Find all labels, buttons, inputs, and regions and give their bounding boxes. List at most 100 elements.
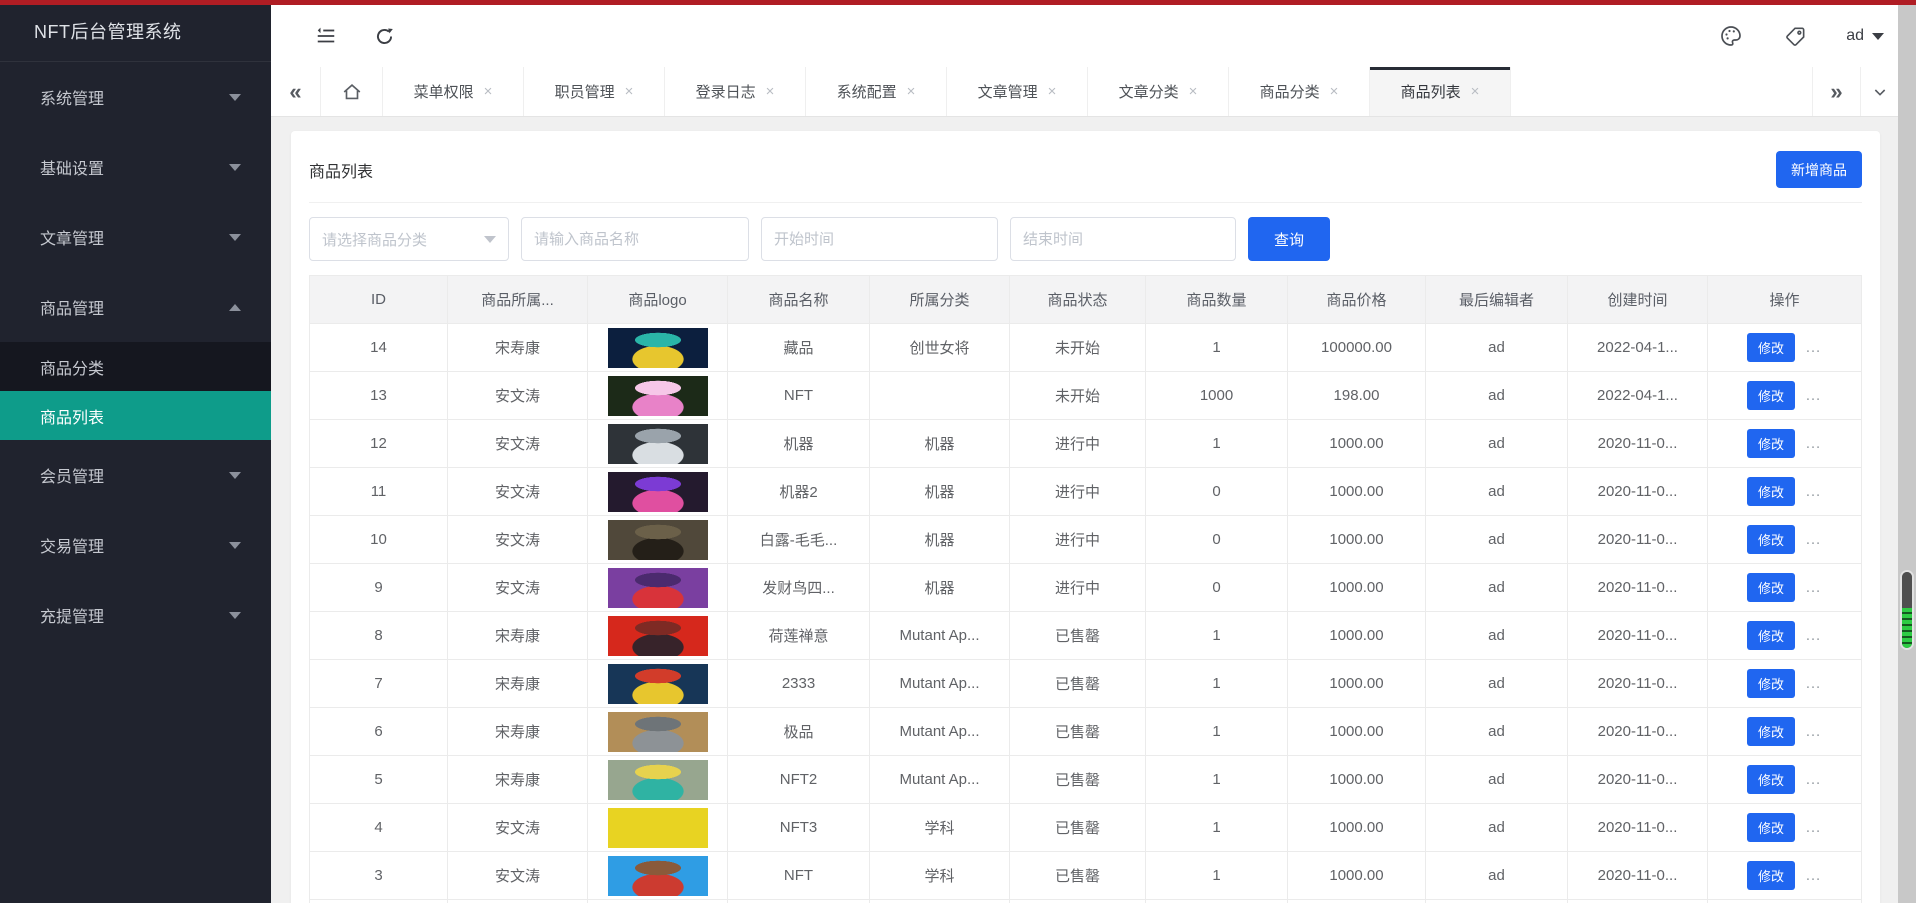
cell-editor: ad [1425, 851, 1568, 900]
tab-label: 文章分类 [1118, 84, 1179, 101]
cell-id: 2 [309, 899, 448, 903]
collapse-sidebar-icon[interactable] [313, 23, 339, 49]
cell-category [869, 371, 1010, 420]
cell-editor: ad [1425, 563, 1568, 612]
tab-系统配置[interactable]: 系统配置 × [806, 67, 947, 116]
tab-文章管理[interactable]: 文章管理 × [947, 67, 1088, 116]
user-name: ad [1846, 27, 1864, 44]
tab-close-icon[interactable]: × [484, 83, 493, 100]
search-button[interactable]: 查询 [1248, 217, 1330, 261]
tab-list: 菜单权限 × 职员管理 × 登录日志 × 系统配置 × 文章管理 × 文章分类 … [383, 67, 1511, 116]
sidebar-item-会员管理[interactable]: 会员管理 [0, 440, 271, 510]
home-tab[interactable] [321, 67, 383, 116]
more-actions-icon[interactable]: … [1805, 627, 1822, 645]
sidebar-item-label: 商品分类 [40, 360, 105, 378]
tab-登录日志[interactable]: 登录日志 × [665, 67, 806, 116]
cell-category: Mutant Ap... [869, 707, 1010, 756]
sidebar-item-商品分类[interactable]: 商品分类 [0, 342, 271, 391]
cell-qty: 1 [1145, 419, 1288, 468]
page-scrollbar[interactable] [1898, 0, 1916, 903]
product-table-wrap: ID 商品所属... 商品logo 商品名称 所属分类 商品状态 商品数量 商品价格 最后编辑者… [309, 275, 1862, 903]
table-row: 8 宋寿康 荷莲禅意 Mutant Ap... 已售罄 1 1000.00 ad… [309, 611, 1862, 660]
cell-category: 机器 [869, 515, 1010, 564]
more-actions-icon[interactable]: … [1805, 675, 1822, 693]
edit-button[interactable]: 修改 [1746, 525, 1795, 554]
sidebar-item-文章管理[interactable]: 文章管理 [0, 202, 271, 272]
sidebar-item-交易管理[interactable]: 交易管理 [0, 510, 271, 580]
more-actions-icon[interactable]: … [1805, 867, 1822, 885]
more-actions-icon[interactable]: … [1805, 723, 1822, 741]
cell-actions: 修改 … [1707, 371, 1862, 420]
cell-id: 7 [309, 659, 448, 708]
edit-button[interactable]: 修改 [1746, 717, 1795, 746]
edit-button[interactable]: 修改 [1746, 381, 1795, 410]
tabs-scroll-right-button[interactable]: » [1812, 67, 1860, 116]
tab-close-icon[interactable]: × [766, 83, 775, 100]
cell-logo [587, 659, 728, 708]
cell-editor: ad [1425, 371, 1568, 420]
tab-菜单权限[interactable]: 菜单权限 × [383, 67, 524, 116]
more-actions-icon[interactable]: … [1805, 483, 1822, 501]
sidebar-item-label: 基础设置 [40, 161, 105, 178]
tab-close-icon[interactable]: × [1471, 83, 1480, 100]
edit-button[interactable]: 修改 [1746, 669, 1795, 698]
edit-button[interactable]: 修改 [1746, 573, 1795, 602]
product-logo-image [607, 759, 708, 800]
theme-palette-icon[interactable] [1718, 23, 1744, 49]
scrollbar-thumb[interactable] [1900, 570, 1914, 650]
home-icon [341, 81, 363, 103]
more-actions-icon[interactable]: … [1805, 531, 1822, 549]
chevron-down-icon [484, 235, 496, 243]
more-actions-icon[interactable]: … [1805, 819, 1822, 837]
refresh-icon[interactable] [371, 23, 397, 49]
tabs-menu-button[interactable] [1860, 67, 1898, 116]
cell-logo [587, 851, 728, 900]
more-actions-icon[interactable]: … [1805, 387, 1822, 405]
user-menu[interactable]: ad [1846, 27, 1884, 45]
more-actions-icon[interactable]: … [1805, 339, 1822, 357]
cell-name: 机器2 [727, 467, 870, 516]
edit-button[interactable]: 修改 [1746, 477, 1795, 506]
tab-close-icon[interactable]: × [625, 83, 634, 100]
tab-商品列表[interactable]: 商品列表 × [1370, 67, 1511, 116]
product-name-input[interactable] [521, 217, 749, 261]
tab-close-icon[interactable]: × [1048, 83, 1057, 100]
tab-close-icon[interactable]: × [1189, 83, 1198, 100]
more-actions-icon[interactable]: … [1805, 435, 1822, 453]
sidebar-item-系统管理[interactable]: 系统管理 [0, 62, 271, 132]
add-product-button[interactable]: 新增商品 [1776, 151, 1862, 188]
more-actions-icon[interactable]: … [1805, 771, 1822, 789]
edit-button[interactable]: 修改 [1746, 861, 1795, 890]
tab-职员管理[interactable]: 职员管理 × [524, 67, 665, 116]
cell-name: 库仑 [727, 899, 870, 903]
product-logo-image [607, 567, 708, 608]
table-row: 7 宋寿康 2333 Mutant Ap... 已售罄 1 1000.00 ad… [309, 659, 1862, 708]
end-time-input[interactable] [1010, 217, 1236, 261]
table-row: 4 安文涛 NFT3 学科 已售罄 1 1000.00 ad 2020-11-0… [309, 803, 1862, 852]
start-time-input[interactable] [761, 217, 998, 261]
cell-name: 发财鸟四... [727, 563, 870, 612]
edit-button[interactable]: 修改 [1746, 621, 1795, 650]
cell-name: 荷莲禅意 [727, 611, 870, 660]
edit-button[interactable]: 修改 [1746, 765, 1795, 794]
edit-button[interactable]: 修改 [1746, 813, 1795, 842]
cell-id: 10 [309, 515, 448, 564]
tabs-scroll-left-button[interactable]: « [271, 67, 321, 116]
cell-category: Mutant Ap... [869, 611, 1010, 660]
more-actions-icon[interactable]: … [1805, 579, 1822, 597]
sidebar-item-充提管理[interactable]: 充提管理 [0, 580, 271, 650]
tab-商品分类[interactable]: 商品分类 × [1229, 67, 1370, 116]
tab-close-icon[interactable]: × [1330, 83, 1339, 100]
cell-created: 2020-11-0... [1567, 563, 1708, 612]
sidebar-item-商品管理[interactable]: 商品管理 [0, 272, 271, 342]
edit-button[interactable]: 修改 [1746, 333, 1795, 362]
edit-button[interactable]: 修改 [1746, 429, 1795, 458]
column-header: 商品数量 [1145, 275, 1288, 324]
sidebar-item-基础设置[interactable]: 基础设置 [0, 132, 271, 202]
sidebar-item-商品列表[interactable]: 商品列表 [0, 391, 271, 440]
cell-editor: ad [1425, 467, 1568, 516]
category-select[interactable]: 请选择商品分类 [309, 217, 509, 261]
tab-文章分类[interactable]: 文章分类 × [1088, 67, 1229, 116]
tab-close-icon[interactable]: × [907, 83, 916, 100]
tag-icon[interactable] [1782, 23, 1808, 49]
